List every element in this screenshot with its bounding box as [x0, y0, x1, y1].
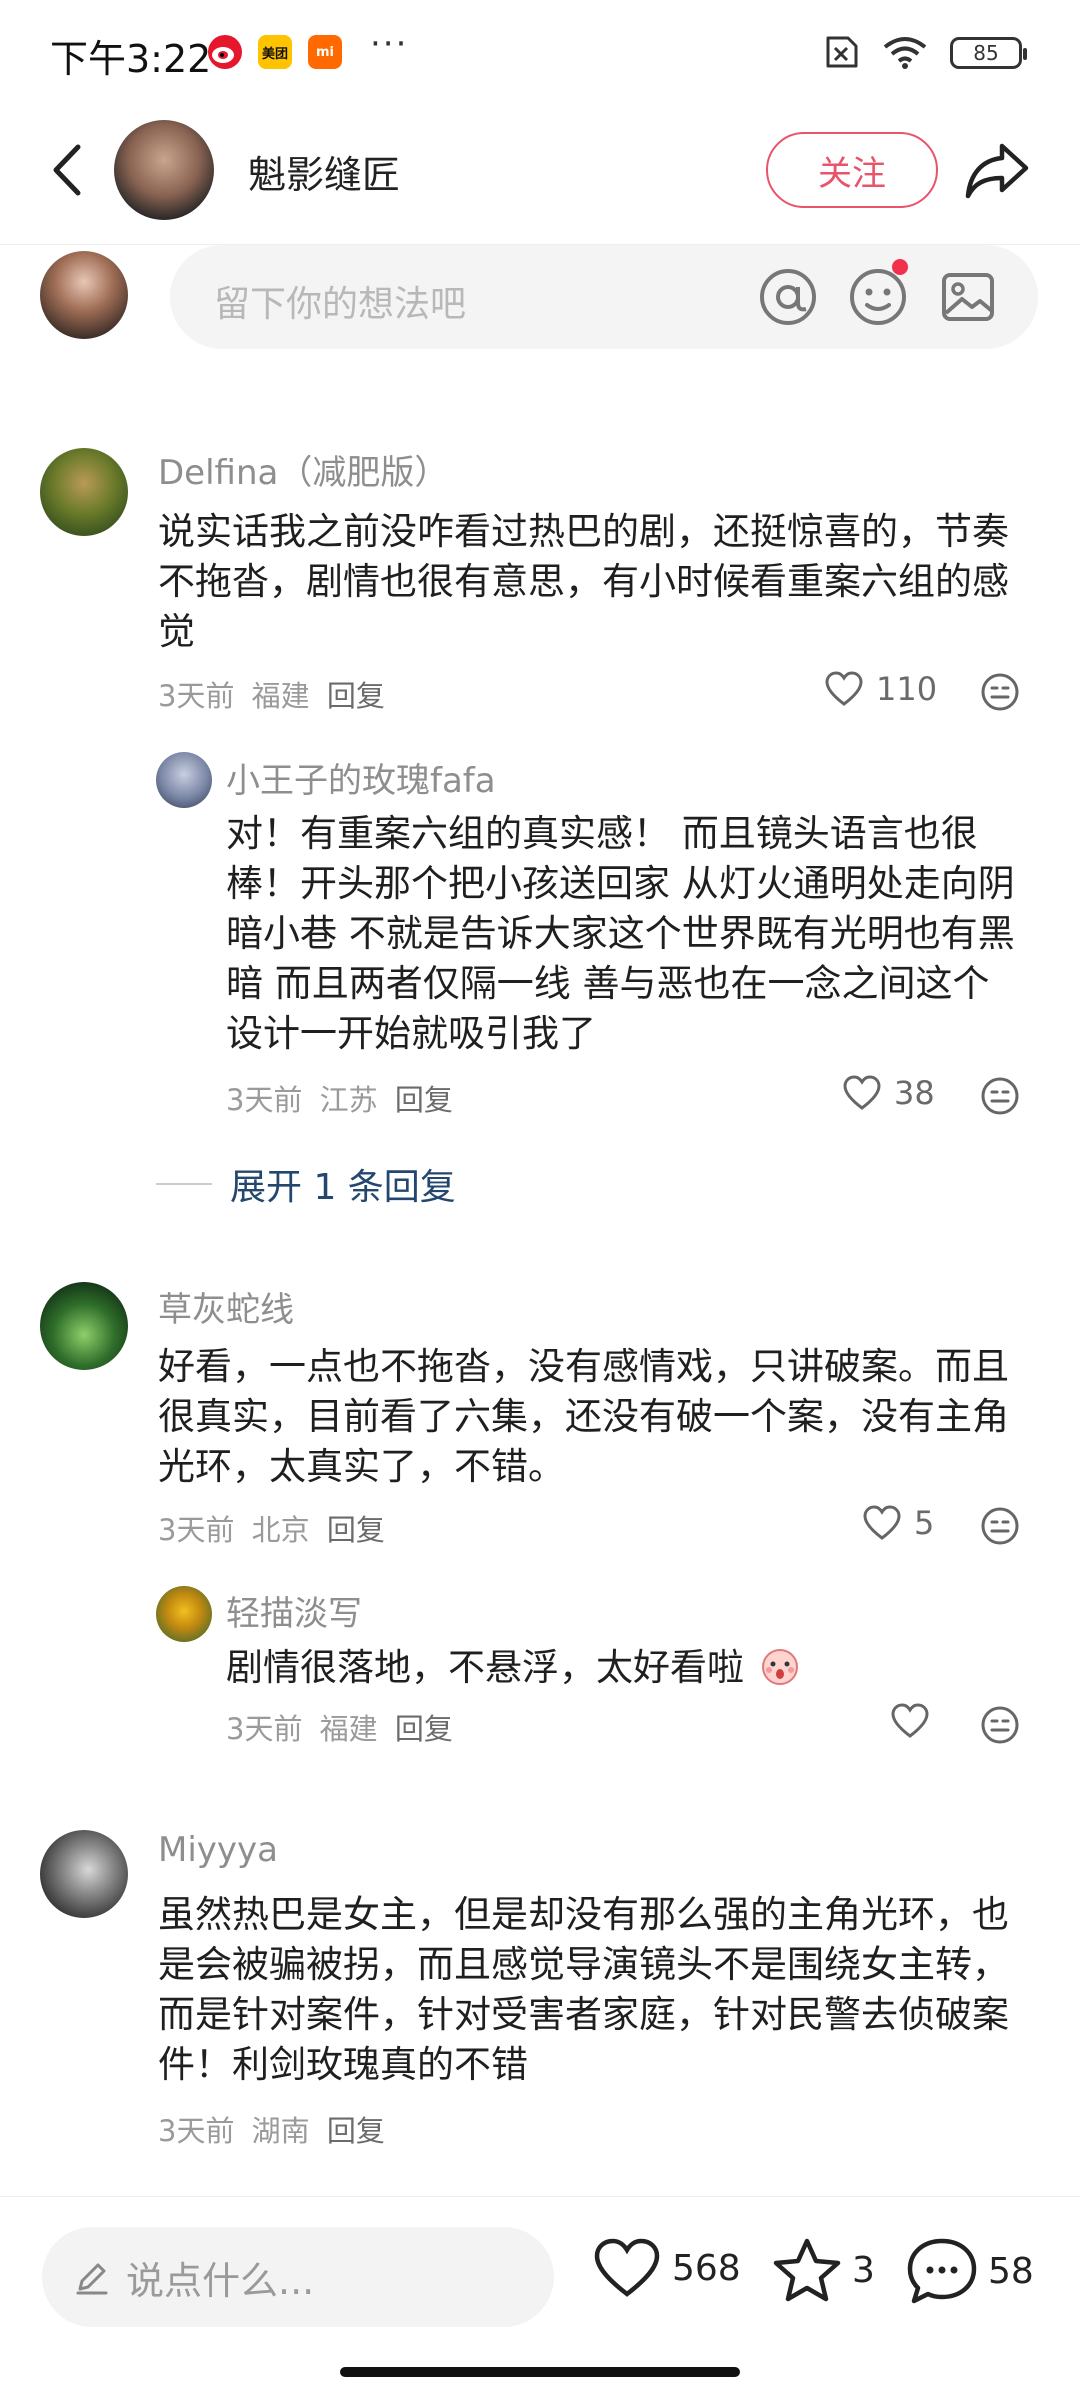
comment-text[interactable]: 虽然热巴是女主，但是却没有那么强的主角光环，也是会被骗被拐，而且感觉导演镜头不是… — [158, 1890, 1028, 2090]
comment-author[interactable]: Miyyya — [158, 1830, 278, 1870]
reply-button[interactable]: 回复 — [327, 1513, 385, 1547]
comment-location: 湖南 — [251, 2114, 310, 2148]
comment-input[interactable]: 留下你的想法吧 — [170, 245, 1038, 349]
author-avatar[interactable] — [114, 120, 214, 220]
my-avatar — [40, 251, 128, 339]
heart-icon — [843, 1075, 881, 1110]
emoji-button[interactable] — [846, 259, 910, 329]
heart-icon — [863, 1505, 901, 1540]
reply-text-content: 剧情很落地，不悬浮，太好看啦 — [226, 1646, 744, 1689]
reply-time: 3天前 — [226, 1083, 303, 1117]
comment-text[interactable]: 说实话我之前没咋看过热巴的剧，还挺惊喜的，节奏不拖沓，剧情也很有意思，有小时候看… — [158, 507, 1028, 657]
comment-author[interactable]: Delfina（减肥版） — [158, 445, 448, 494]
comment-bubble-icon — [907, 2238, 977, 2304]
reaction-icon[interactable] — [980, 672, 1020, 712]
like-button[interactable]: 110 — [824, 670, 937, 708]
comment-time: 3天前 — [158, 1513, 235, 1547]
meituan-icon: 美团 — [258, 35, 292, 69]
pencil-icon — [76, 2263, 108, 2295]
reply-text[interactable]: 剧情很落地，不悬浮，太好看啦 — [226, 1643, 1026, 1693]
comment-input-placeholder: 留下你的想法吧 — [214, 284, 467, 325]
home-indicator[interactable] — [340, 2367, 740, 2377]
wifi-icon — [883, 37, 927, 69]
reaction-icon[interactable] — [980, 1705, 1020, 1745]
header: 魁影缝匠 关注 — [0, 110, 1080, 245]
share-icon — [965, 143, 1029, 199]
post-like-button[interactable]: 568 — [592, 2237, 741, 2299]
reply-time: 3天前 — [226, 1712, 303, 1746]
comment-meta: 3天前 北京 回复 — [158, 1507, 393, 1549]
heart-icon — [891, 1703, 929, 1738]
expand-replies-button[interactable]: 展开 1 条回复 — [156, 1158, 456, 1210]
reply-author[interactable]: 轻描淡写 — [226, 1586, 362, 1635]
image-icon — [942, 273, 994, 321]
star-icon — [773, 2238, 841, 2302]
comments-button[interactable]: 58 — [906, 2237, 1034, 2305]
comment-text[interactable]: 好看，一点也不拖沓，没有感情戏，只讲破案。而且很真实，目前看了六集，还没有破一个… — [158, 1342, 1028, 1492]
favorite-count: 3 — [852, 2249, 875, 2291]
reply-button[interactable]: 回复 — [395, 1712, 453, 1746]
notification-dot — [892, 259, 908, 275]
comment-author[interactable]: 草灰蛇线 — [158, 1282, 294, 1331]
expand-divider — [156, 1183, 212, 1185]
weibo-icon — [208, 35, 242, 69]
bottom-input-placeholder: 说点什么... — [126, 2258, 315, 2303]
battery-indicator: 85 — [950, 37, 1027, 69]
status-right: 85 — [820, 36, 1027, 70]
like-count: 38 — [894, 1074, 935, 1112]
image-button[interactable] — [936, 265, 1000, 329]
reply-location: 江苏 — [319, 1083, 378, 1117]
status-bar: 下午3:22 美团 mi ··· 85 — [0, 0, 1080, 110]
reply-button[interactable]: 回复 — [327, 2114, 385, 2148]
comment-meta: 3天前 湖南 回复 — [158, 2108, 393, 2150]
back-button[interactable] — [36, 140, 96, 200]
author-name[interactable]: 魁影缝匠 — [248, 144, 400, 199]
reply-text[interactable]: 对！有重案六组的真实感！ 而且镜头语言也很棒！开头那个把小孩送回家 从灯火通明处… — [226, 809, 1026, 1059]
reply-meta: 3天前 福建 回复 — [226, 1706, 461, 1748]
avatar[interactable] — [40, 1282, 128, 1370]
avatar[interactable] — [156, 752, 212, 808]
comment-location: 北京 — [251, 1513, 310, 1547]
heart-icon — [825, 671, 863, 706]
heart-icon — [594, 2238, 660, 2297]
like-count: 110 — [876, 670, 938, 708]
comment-time: 3天前 — [158, 2114, 235, 2148]
at-icon — [760, 269, 816, 325]
mention-button[interactable] — [756, 265, 820, 329]
comment-count: 58 — [988, 2250, 1034, 2292]
avatar[interactable] — [40, 448, 128, 536]
bottom-bar: 说点什么... 568 3 58 — [0, 2196, 1080, 2400]
no-sim-icon — [826, 36, 858, 68]
reply-location: 福建 — [319, 1712, 378, 1746]
reply-button[interactable]: 回复 — [327, 679, 385, 713]
favorite-button[interactable]: 3 — [772, 2237, 875, 2303]
expand-replies-label: 展开 1 条回复 — [230, 1167, 456, 1208]
share-button[interactable] — [962, 138, 1032, 202]
bottom-comment-input[interactable]: 说点什么... — [42, 2227, 554, 2327]
reaction-icon[interactable] — [980, 1506, 1020, 1546]
avatar[interactable] — [156, 1586, 212, 1642]
xiaomi-icon: mi — [308, 35, 342, 69]
status-time: 下午3:22 — [50, 37, 212, 81]
avatar[interactable] — [40, 1830, 128, 1918]
comment-time: 3天前 — [158, 679, 235, 713]
more-icon: ··· — [370, 24, 409, 64]
comment-input-row: 留下你的想法吧 — [0, 245, 1080, 355]
comment-location: 福建 — [251, 679, 310, 713]
comment-meta: 3天前 福建 回复 — [158, 673, 393, 715]
blush-emoji-icon — [761, 1649, 798, 1685]
like-button[interactable] — [890, 1703, 942, 1739]
reply-meta: 3天前 江苏 回复 — [226, 1077, 461, 1119]
reply-button[interactable]: 回复 — [395, 1083, 453, 1117]
chevron-left-icon — [53, 144, 81, 196]
post-like-count: 568 — [672, 2247, 741, 2289]
reply-author[interactable]: 小王子的玫瑰fafa — [226, 753, 496, 802]
reaction-icon[interactable] — [980, 1076, 1020, 1116]
follow-button[interactable]: 关注 — [766, 132, 938, 208]
like-button[interactable]: 5 — [862, 1504, 934, 1542]
like-button[interactable]: 38 — [842, 1074, 935, 1112]
like-count: 5 — [914, 1504, 935, 1542]
